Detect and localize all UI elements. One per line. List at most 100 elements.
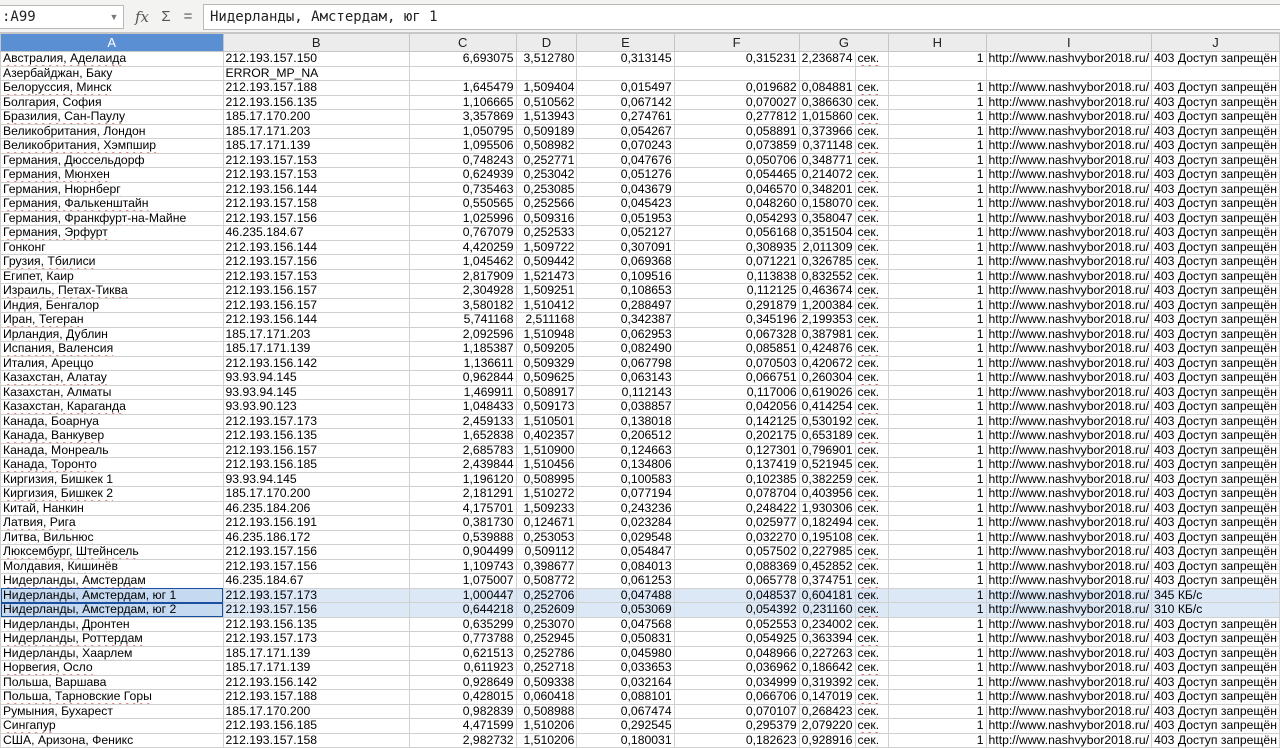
cell[interactable]: Белоруссия, Минск [0,80,224,96]
cell[interactable]: 212.193.156.191 [222,515,410,531]
cell[interactable]: 212.193.157.188 [222,80,410,96]
cell[interactable]: 0,047488 [576,587,675,603]
cell[interactable]: сек. [854,631,890,647]
cell[interactable]: 1,510206 [515,732,578,748]
cell[interactable]: 0,048966 [673,645,800,661]
cell[interactable]: сек. [854,283,890,299]
cell[interactable]: 0,420672 [798,355,856,371]
cell[interactable]: 0,796901 [798,442,856,458]
cell[interactable]: 0,067798 [576,355,675,371]
cell[interactable]: 1,200384 [798,297,856,313]
cell[interactable]: 403 Доступ запрещён [1151,326,1280,342]
cell[interactable]: 0,530192 [798,413,856,429]
cell[interactable]: 0,510562 [515,94,578,110]
cell[interactable]: http://www.nashvybor2018.ru/ [985,616,1153,632]
cell[interactable]: 0,069368 [576,254,675,270]
cell[interactable]: сек. [854,602,890,618]
cell[interactable]: Германия, Дюссельдорф [0,152,224,168]
cell[interactable]: 185.17.171.139 [222,138,410,154]
cell[interactable]: 3,512780 [515,51,578,67]
cell[interactable]: 403 Доступ запрещён [1151,558,1280,574]
cell[interactable]: 2,982732 [408,732,517,748]
cell[interactable]: Германия, Фалькенштайн [0,196,224,212]
cell[interactable]: сек. [854,297,890,313]
cell[interactable]: сек. [854,558,890,574]
cell[interactable]: Нидерланды, Хаарлем [0,645,224,661]
cell[interactable]: 0,928916 [798,732,856,748]
cell[interactable]: 1,510412 [515,297,578,313]
cell[interactable]: 0,268423 [798,703,856,719]
cell[interactable]: 1 [888,51,987,67]
cell[interactable]: Люксембург, Штейнсель [0,544,224,560]
cell[interactable]: http://www.nashvybor2018.ru/ [985,428,1153,444]
cell[interactable]: 0,962844 [408,370,517,386]
cell[interactable]: http://www.nashvybor2018.ru/ [985,544,1153,560]
cell[interactable]: Норвегия, Осло [0,660,224,676]
cell[interactable]: 0,056168 [673,225,800,241]
cell[interactable]: 4,175701 [408,500,517,516]
cell[interactable]: 0,025977 [673,515,800,531]
cell[interactable]: 46.235.184.67 [222,573,410,589]
cell[interactable]: 0,509316 [515,210,578,226]
cell[interactable]: 403 Доступ запрещён [1151,239,1280,255]
cell[interactable]: 0,381730 [408,515,517,531]
cell[interactable]: Канада, Монреаль [0,442,224,458]
cell[interactable]: Болгария, София [0,94,224,110]
cell[interactable]: 212.193.157.158 [222,196,410,212]
cell[interactable]: 2,079220 [798,718,856,734]
column-header-e[interactable]: E [576,33,675,52]
cell[interactable]: 0,358047 [798,210,856,226]
cell[interactable]: 0,243236 [576,500,675,516]
cell[interactable]: 403 Доступ запрещён [1151,225,1280,241]
cell[interactable]: 0,386630 [798,94,856,110]
cell[interactable]: Молдавия, Кишинёв [0,558,224,574]
cell[interactable]: 403 Доступ запрещён [1151,529,1280,545]
cell[interactable]: 1,106665 [408,94,517,110]
cell[interactable]: сек. [854,399,890,415]
cell[interactable]: http://www.nashvybor2018.ru/ [985,602,1153,618]
cell[interactable]: 0,509189 [515,123,578,139]
cell[interactable]: 0,509112 [515,544,578,560]
cell[interactable]: 46.235.186.172 [222,529,410,545]
cell[interactable]: 0,234002 [798,616,856,632]
cell[interactable]: 185.17.171.203 [222,326,410,342]
cell[interactable]: 1 [888,457,987,473]
cell[interactable]: Великобритания, Лондон [0,123,224,139]
cell[interactable]: Казахстан, Караганда [0,399,224,415]
cell[interactable]: 1,513943 [515,109,578,125]
cell[interactable]: 212.193.156.144 [222,181,410,197]
cell[interactable] [673,65,800,81]
cell[interactable]: сек. [854,703,890,719]
cell[interactable]: 1,509404 [515,80,578,96]
cell[interactable]: 403 Доступ запрещён [1151,718,1280,734]
cell[interactable]: 0,147019 [798,689,856,705]
cell[interactable]: 1 [888,689,987,705]
cell[interactable]: 0,054392 [673,602,800,618]
cell[interactable]: 212.193.156.157 [222,297,410,313]
cell[interactable]: http://www.nashvybor2018.ru/ [985,109,1153,125]
cell[interactable]: 212.193.157.156 [222,602,410,618]
cell[interactable]: 0,319392 [798,674,856,690]
cell[interactable]: 0,509205 [515,341,578,357]
cell[interactable]: Испания, Валенсия [0,341,224,357]
cell[interactable]: 0,134806 [576,457,675,473]
cell[interactable]: 185.17.171.139 [222,645,410,661]
cell[interactable]: сек. [854,413,890,429]
cell[interactable]: сек. [854,689,890,705]
cell[interactable]: 0,038857 [576,399,675,415]
cell[interactable]: сек. [854,718,890,734]
cell[interactable]: 345 КБ/с [1151,587,1280,603]
cell[interactable]: 0,042056 [673,399,800,415]
cell[interactable]: сек. [854,732,890,748]
cell[interactable]: сек. [854,500,890,516]
cell[interactable]: 93.93.90.123 [222,399,410,415]
cell[interactable]: http://www.nashvybor2018.ru/ [985,442,1153,458]
cell[interactable]: 0,015497 [576,80,675,96]
cell[interactable] [798,65,856,81]
cell[interactable]: 212.193.156.144 [222,239,410,255]
cell[interactable]: 212.193.157.156 [222,210,410,226]
cell[interactable]: Ирландия, Дублин [0,326,224,342]
cell[interactable]: 0,054267 [576,123,675,139]
cell[interactable]: 0,047568 [576,616,675,632]
cell[interactable]: Грузия, Тбилиси [0,254,224,270]
